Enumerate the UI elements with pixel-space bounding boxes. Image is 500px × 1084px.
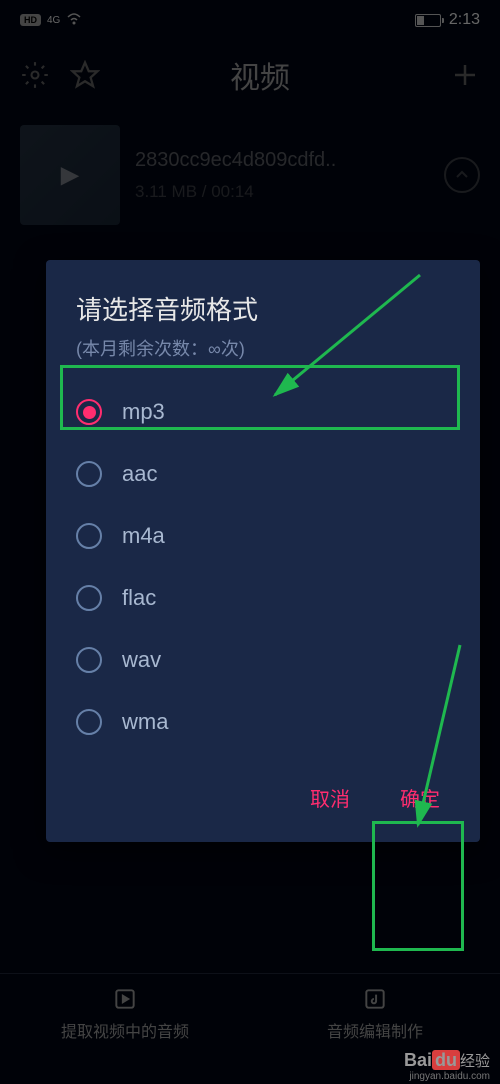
cancel-button[interactable]: 取消 — [310, 783, 350, 812]
format-option-flac[interactable]: flac — [46, 567, 480, 629]
format-option-wma[interactable]: wma — [46, 691, 480, 753]
option-label: aac — [122, 461, 157, 487]
format-option-m4a[interactable]: m4a — [46, 505, 480, 567]
modal-title: 请选择音频格式 — [46, 290, 480, 327]
option-label: mp3 — [122, 399, 165, 425]
modal-actions: 取消 确定 — [46, 753, 480, 822]
watermark-url: jingyan.baidu.com — [404, 1071, 490, 1082]
radio-selected-icon — [76, 399, 102, 425]
radio-icon — [76, 709, 102, 735]
brand-accent: du — [432, 1050, 460, 1070]
radio-icon — [76, 523, 102, 549]
format-option-aac[interactable]: aac — [46, 443, 480, 505]
option-label: m4a — [122, 523, 165, 549]
modal-subtitle: (本月剩余次数：∞次) — [46, 335, 480, 361]
option-label: wma — [122, 709, 168, 735]
watermark-brand: Baidu经验 — [404, 1050, 490, 1071]
watermark: Baidu经验 jingyan.baidu.com — [404, 1050, 490, 1082]
option-label: flac — [122, 585, 156, 611]
brand-text: Bai — [404, 1050, 432, 1070]
format-option-wav[interactable]: wav — [46, 629, 480, 691]
radio-icon — [76, 647, 102, 673]
audio-format-modal: 请选择音频格式 (本月剩余次数：∞次) mp3 aac m4a flac wav… — [46, 260, 480, 842]
option-label: wav — [122, 647, 161, 673]
radio-icon — [76, 461, 102, 487]
radio-icon — [76, 585, 102, 611]
confirm-button[interactable]: 确定 — [400, 783, 440, 812]
format-option-mp3[interactable]: mp3 — [46, 381, 480, 443]
brand-text: 经验 — [460, 1053, 490, 1070]
